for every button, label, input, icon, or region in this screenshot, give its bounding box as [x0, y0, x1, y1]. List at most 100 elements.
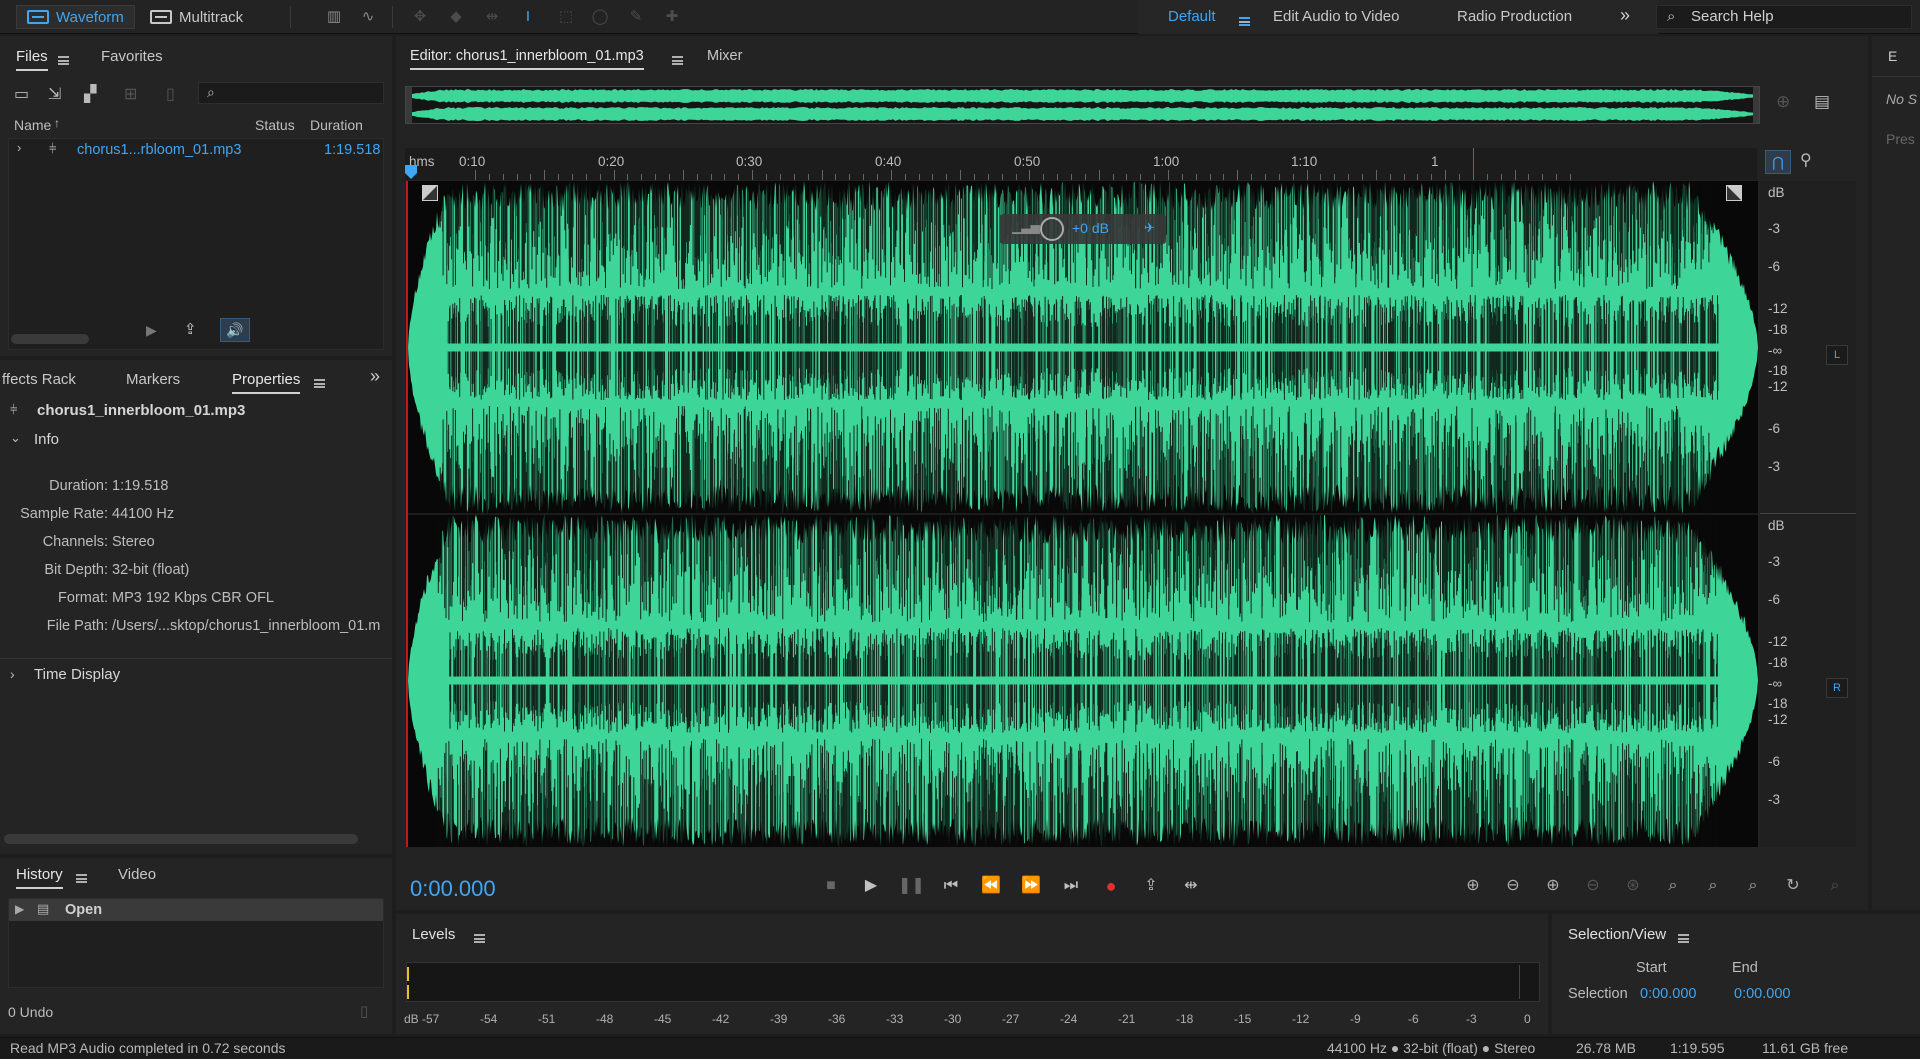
- time-ruler[interactable]: hms 0:10 0:20 0:30 0:40 0:50 1:00 1:10 1: [405, 148, 1757, 180]
- history-item[interactable]: ▶ ▤ Open: [9, 899, 383, 921]
- spectral-pitch-icon[interactable]: ∿: [356, 6, 380, 28]
- search-help-input[interactable]: ⌕ Search Help: [1656, 5, 1912, 29]
- expand-chevron-icon[interactable]: ›: [17, 140, 21, 155]
- levels-menu-icon[interactable]: [466, 929, 485, 945]
- zoom-out-full-icon[interactable]: ⊛: [1620, 874, 1646, 898]
- tab-effects-rack[interactable]: ffects Rack: [2, 371, 76, 388]
- tab-video[interactable]: Video: [118, 866, 156, 883]
- file-name[interactable]: chorus1...rbloom_01.mp3: [77, 142, 241, 158]
- zoom-reset-icon[interactable]: ↻: [1780, 874, 1806, 898]
- workspace-radio-production[interactable]: Radio Production: [1457, 8, 1572, 25]
- workspace-menu-icon[interactable]: [1231, 12, 1250, 28]
- tab-history[interactable]: History: [16, 866, 63, 889]
- gain-hud[interactable]: ▁▃▅ +0 dB ✈: [1000, 214, 1166, 244]
- zoom-in-left-icon[interactable]: ⌕: [1700, 874, 1726, 898]
- rewind-icon[interactable]: ⏪: [978, 874, 1004, 898]
- stop-icon[interactable]: ■: [818, 874, 844, 898]
- column-status[interactable]: Status: [255, 117, 295, 133]
- slip-tool-icon[interactable]: ⇹: [480, 6, 504, 28]
- trash-icon[interactable]: ▯: [166, 84, 175, 104]
- razor-tool-icon[interactable]: ◆: [444, 6, 468, 28]
- overview-handle-right[interactable]: [1753, 87, 1759, 123]
- time-display-section[interactable]: Time Display: [34, 666, 120, 683]
- skip-selection-icon[interactable]: ⇹: [1178, 874, 1204, 898]
- zoom-extra-icon[interactable]: ⌕: [1822, 874, 1848, 898]
- tab-mixer[interactable]: Mixer: [707, 48, 742, 64]
- properties-menu-icon[interactable]: [306, 374, 325, 390]
- open-folder-icon[interactable]: ▭: [14, 84, 29, 104]
- zoom-out-time-icon[interactable]: ⊖: [1580, 874, 1606, 898]
- info-collapse-icon[interactable]: ⌄: [10, 430, 21, 446]
- files-menu-icon[interactable]: [50, 51, 69, 67]
- waveform-mode-button[interactable]: Waveform: [16, 5, 135, 29]
- tab-files[interactable]: Files: [16, 48, 48, 71]
- lasso-tool-icon[interactable]: ◯: [588, 6, 612, 28]
- tab-favorites[interactable]: Favorites: [101, 48, 163, 65]
- playhead-marker-icon[interactable]: [405, 165, 417, 179]
- overview-navigator[interactable]: [405, 86, 1760, 124]
- import-icon[interactable]: ⇲: [48, 84, 61, 104]
- marquee-tool-icon[interactable]: ⬚: [554, 6, 578, 28]
- tab-markers[interactable]: Markers: [126, 371, 180, 388]
- record-icon[interactable]: ●: [1098, 874, 1124, 898]
- fade-in-handle-icon[interactable]: [422, 185, 438, 201]
- brush-tool-icon[interactable]: ✎: [624, 6, 648, 28]
- zoom-selection-icon[interactable]: ⌕: [1660, 874, 1686, 898]
- loop-preview-icon[interactable]: ⇪: [184, 320, 197, 338]
- selection-view-menu-icon[interactable]: [1670, 929, 1689, 945]
- more-workspaces-icon[interactable]: »: [1620, 5, 1630, 26]
- selection-view-title[interactable]: Selection/View: [1568, 926, 1666, 943]
- multitrack-mode-button[interactable]: Multitrack: [140, 5, 253, 29]
- autoplay-speaker-icon[interactable]: 🔊: [220, 318, 250, 342]
- right-panel-tab[interactable]: E: [1888, 48, 1897, 64]
- time-display-expand-icon[interactable]: ›: [10, 666, 15, 682]
- history-menu-icon[interactable]: [68, 869, 87, 885]
- loop-playback-icon[interactable]: ⇪: [1138, 874, 1164, 898]
- overview-handle-left[interactable]: [406, 87, 412, 123]
- tab-editor[interactable]: Editor: chorus1_innerbloom_01.mp3: [410, 48, 644, 70]
- files-filter-input[interactable]: ⌕: [198, 82, 384, 104]
- selection-end-value[interactable]: 0:00.000: [1734, 986, 1790, 1002]
- zoom-out-amplitude-icon[interactable]: ⊖: [1500, 874, 1526, 898]
- zoom-overview-icon[interactable]: ⊕: [1776, 92, 1790, 112]
- trash-icon[interactable]: ▯: [360, 1002, 368, 1020]
- info-section-title[interactable]: Info: [34, 431, 59, 448]
- new-file-icon[interactable]: ▞: [84, 84, 96, 104]
- move-tool-icon[interactable]: ✥: [408, 6, 432, 28]
- insert-icon[interactable]: ⊞: [124, 84, 137, 104]
- play-icon[interactable]: ▶: [858, 874, 884, 898]
- column-duration[interactable]: Duration: [310, 117, 363, 133]
- file-row[interactable]: › ⫩ chorus1...rbloom_01.mp3 1:19.518: [9, 139, 383, 161]
- horizontal-scrollbar[interactable]: [11, 334, 89, 344]
- column-name[interactable]: Name: [14, 117, 51, 133]
- pause-icon[interactable]: ❚❚: [898, 874, 925, 898]
- fast-forward-icon[interactable]: ⏩: [1018, 874, 1044, 898]
- panel-options-icon[interactable]: ▤: [1814, 92, 1830, 112]
- time-selection-tool-icon[interactable]: I: [516, 6, 540, 28]
- pin-hud-icon[interactable]: ✈: [1144, 220, 1155, 236]
- horizontal-scrollbar[interactable]: [4, 834, 358, 844]
- more-panels-icon[interactable]: »: [370, 366, 380, 387]
- workspace-edit-audio-to-video[interactable]: Edit Audio to Video: [1273, 8, 1400, 25]
- tab-properties[interactable]: Properties: [232, 371, 301, 394]
- workspace-default[interactable]: Default: [1168, 8, 1216, 25]
- waveform-display[interactable]: [406, 181, 1758, 847]
- channel-right-badge[interactable]: R: [1826, 678, 1848, 698]
- selection-start-value[interactable]: 0:00.000: [1640, 986, 1696, 1002]
- pin-marker-icon[interactable]: ⚲: [1800, 150, 1812, 170]
- spot-healing-icon[interactable]: ✚: [660, 6, 684, 28]
- zoom-in-amplitude-icon[interactable]: ⊕: [1460, 874, 1486, 898]
- zoom-in-right-icon[interactable]: ⌕: [1740, 874, 1766, 898]
- go-to-start-icon[interactable]: ⏮: [938, 874, 964, 898]
- fade-out-handle-icon[interactable]: [1726, 185, 1742, 201]
- gain-knob-icon[interactable]: [1040, 217, 1064, 241]
- snap-magnet-icon[interactable]: ⋂: [1765, 150, 1791, 174]
- zoom-in-time-icon[interactable]: ⊕: [1540, 874, 1566, 898]
- levels-title[interactable]: Levels: [412, 926, 455, 943]
- editor-menu-icon[interactable]: [664, 51, 683, 67]
- channel-left-badge[interactable]: L: [1826, 345, 1848, 365]
- go-to-end-icon[interactable]: ⏭: [1058, 874, 1084, 898]
- spectral-frequency-icon[interactable]: ▥: [322, 6, 346, 28]
- play-preview-icon[interactable]: ▶: [146, 322, 157, 339]
- current-time-display[interactable]: 0:00.000: [410, 876, 496, 902]
